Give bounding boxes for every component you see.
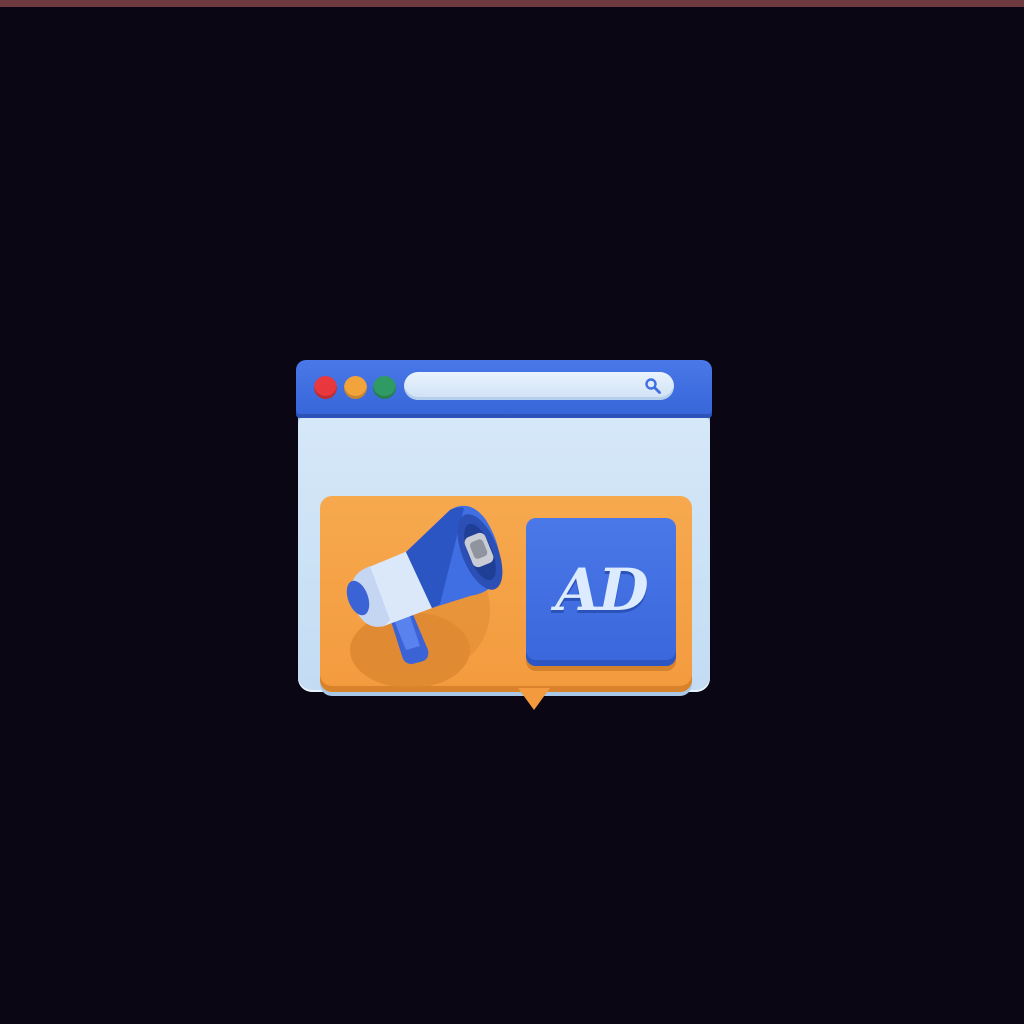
search-icon xyxy=(645,378,661,394)
ad-badge: AD xyxy=(526,518,676,666)
megaphone-icon xyxy=(346,505,503,688)
ad-label: AD xyxy=(555,556,648,624)
ad-speech-bubble: AD xyxy=(320,496,692,710)
close-dot-icon xyxy=(314,376,337,399)
minimize-dot-icon xyxy=(344,376,367,399)
address-bar xyxy=(404,372,674,400)
maximize-dot-icon xyxy=(373,376,396,399)
window-title-bar xyxy=(296,360,712,418)
illustration-stage: AD xyxy=(0,0,1024,1024)
browser-window-illustration: AD xyxy=(296,360,712,710)
speech-bubble-tail xyxy=(518,688,550,710)
window-body: AD xyxy=(298,410,710,710)
